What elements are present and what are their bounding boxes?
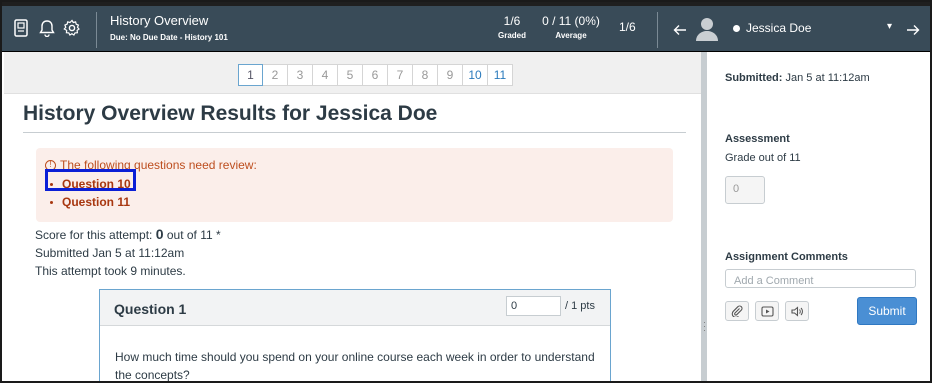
speaker-icon[interactable]: [785, 301, 809, 321]
submit-button[interactable]: Submit: [857, 297, 917, 325]
page-title: History Overview Results for Jessica Doe: [23, 102, 438, 125]
page-7[interactable]: 7: [388, 64, 413, 86]
bullet: [50, 200, 53, 204]
page-10[interactable]: 10: [463, 64, 488, 86]
divider: [96, 12, 97, 48]
submitted-line: Submitted Jan 5 at 11:12am: [35, 246, 185, 260]
grade-label: Grade out of 11: [725, 152, 801, 164]
page-3[interactable]: 3: [288, 64, 313, 86]
points-input[interactable]: 0: [506, 296, 561, 316]
assignment-title[interactable]: History Overview: [110, 13, 208, 28]
score-line: Score for this attempt: 0 out of 11 *: [35, 226, 221, 242]
review-link-question-11[interactable]: Question 11: [50, 195, 130, 209]
score-suffix: out of 11 *: [163, 228, 221, 242]
highlight-box: [45, 169, 136, 191]
page-4[interactable]: 4: [313, 64, 338, 86]
previous-student-arrow-icon[interactable]: [670, 18, 690, 42]
question-header: Question 1 0 / 1 pts: [100, 290, 610, 326]
grip-icon: · · ·: [703, 317, 706, 335]
question-text: How much time should you spend on your o…: [115, 350, 595, 382]
graded-stat: 1/6 Graded: [496, 14, 528, 40]
page-1[interactable]: 1: [238, 64, 263, 86]
next-student-arrow-icon[interactable]: [903, 18, 923, 42]
submitted-value: Jan 5 at 11:12am: [782, 72, 870, 84]
top-bar: History Overview Due: No Due Date - Hist…: [2, 2, 930, 52]
grade-input[interactable]: 0: [725, 176, 765, 204]
video-icon[interactable]: [755, 301, 779, 321]
graded-label: Graded: [497, 31, 526, 40]
page-11[interactable]: 11: [488, 64, 513, 86]
question-pager: 1 2 3 4 5 6 7 8 9 10 11: [238, 64, 513, 86]
question-pager-bar: 1 2 3 4 5 6 7 8 9 10 11: [4, 52, 701, 94]
average-stat: 0 / 11 (0%) Average: [539, 14, 603, 40]
average-value: 0 / 11 (0%): [542, 14, 600, 28]
submission-pane: 1 2 3 4 5 6 7 8 9 10 11 History Overview…: [4, 52, 701, 382]
duration-line: This attempt took 9 minutes.: [35, 264, 186, 278]
average-label: Average: [555, 31, 587, 40]
divider: [657, 12, 658, 48]
paperclip-icon[interactable]: [725, 301, 749, 321]
avatar: [695, 16, 719, 42]
review-alert: ! The following questions need review: Q…: [36, 148, 673, 222]
gear-icon[interactable]: [62, 16, 82, 40]
student-name: Jessica Doe: [746, 21, 812, 35]
review-link-label[interactable]: Question 11: [62, 195, 130, 209]
bell-icon[interactable]: [37, 16, 57, 40]
chevron-down-icon[interactable]: ▾: [887, 21, 892, 32]
grading-sidebar: Submitted: Jan 5 at 11:12am Assessment G…: [707, 52, 930, 381]
student-selector[interactable]: Jessica Doe: [733, 21, 811, 35]
speedgrader-window: History Overview Due: No Due Date - Hist…: [0, 0, 932, 383]
page-8[interactable]: 8: [413, 64, 438, 86]
page-6[interactable]: 6: [363, 64, 388, 86]
submitted-info: Submitted: Jan 5 at 11:12am: [725, 72, 870, 84]
question-title: Question 1: [114, 301, 187, 317]
comment-input[interactable]: Add a Comment: [725, 269, 916, 288]
page-5[interactable]: 5: [338, 64, 363, 86]
question-card: Question 1 0 / 1 pts How much time shoul…: [99, 289, 611, 382]
page-9[interactable]: 9: [438, 64, 463, 86]
points-label: / 1 pts: [565, 300, 595, 312]
status-dot: [733, 24, 740, 32]
assignment-due: Due: No Due Date - History 101: [110, 33, 228, 42]
graded-value: 1/6: [503, 14, 521, 28]
gradebook-icon[interactable]: [11, 16, 31, 40]
page-2[interactable]: 2: [263, 64, 288, 86]
assessment-heading: Assessment: [725, 133, 790, 145]
score-prefix: Score for this attempt:: [35, 228, 156, 242]
comments-heading: Assignment Comments: [725, 251, 848, 263]
title-divider: [23, 132, 686, 133]
student-index: 1/6: [619, 20, 636, 34]
score-value: 0: [155, 226, 164, 242]
submitted-label: Submitted:: [725, 72, 783, 84]
